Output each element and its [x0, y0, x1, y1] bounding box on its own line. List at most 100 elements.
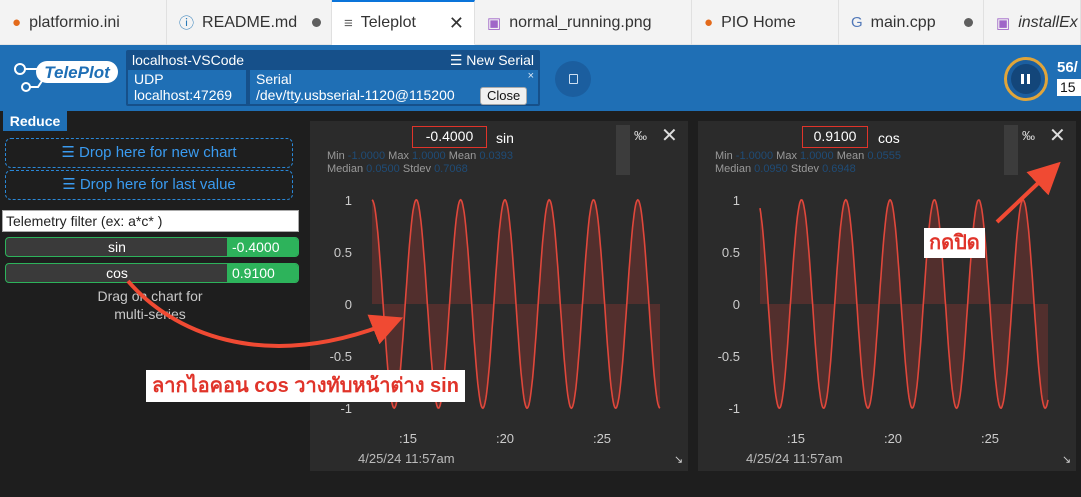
udp-input-box: UDP localhost:47269	[128, 70, 246, 104]
permil-toggle-button[interactable]: ‰	[634, 128, 647, 143]
stat-value: 1.0000	[412, 150, 446, 162]
image-icon: ▣	[487, 14, 502, 32]
stat-label: Mean	[836, 150, 865, 162]
stop-button[interactable]	[555, 61, 591, 97]
stat-value: 0.0950	[754, 163, 788, 175]
chart-stats: Min -1.0000 Max 1.0000 Mean 0.0555 Media…	[715, 150, 901, 176]
stat-label: Min	[327, 150, 345, 162]
teleplot-logo: TelePlot	[14, 61, 118, 92]
telemetry-name: cos	[106, 265, 128, 281]
connection-name: localhost-VSCode	[132, 52, 245, 68]
x-tick-label: :15	[787, 431, 805, 446]
pio-icon: ●	[12, 14, 22, 31]
tab-readme[interactable]: ⓘ README.md	[167, 0, 332, 45]
chart-scrollbar[interactable]	[616, 125, 630, 175]
stat-label: Max	[776, 150, 797, 162]
resize-handle-icon[interactable]: ↘	[1062, 453, 1071, 466]
y-tick-label: -1	[340, 401, 352, 416]
close-instruction-label: กดปิด	[924, 228, 985, 258]
chart-current-value: 0.9100	[802, 126, 868, 148]
stat-label: Median	[715, 163, 752, 175]
stat-label: Stdev	[790, 163, 819, 175]
stat-label: Mean	[448, 150, 477, 162]
pause-icon	[1011, 64, 1041, 94]
pause-button[interactable]	[1004, 57, 1048, 101]
drag-hint-line-1: Drag on chart for	[97, 288, 203, 304]
new-serial-button[interactable]: ☰ New Serial	[450, 52, 534, 69]
tab-main-cpp[interactable]: G main.cpp	[839, 0, 984, 45]
y-tick-label: 0.5	[722, 245, 740, 260]
udp-address: localhost:47269	[134, 87, 233, 103]
telemetry-item-sin[interactable]: sin -0.4000	[5, 237, 299, 257]
unsaved-dot-icon	[964, 18, 973, 27]
close-tab-icon[interactable]: ✕	[449, 13, 464, 34]
chart-scrollbar[interactable]	[1004, 125, 1018, 175]
stat-label: Max	[388, 150, 409, 162]
drag-hint-line-2: multi-series	[114, 306, 186, 322]
y-tick-label: -0.5	[330, 349, 352, 364]
remove-serial-icon[interactable]: ×	[528, 68, 534, 84]
permil-toggle-button[interactable]: ‰	[1022, 128, 1035, 143]
serial-title: Serial	[256, 71, 292, 87]
chart-date: 4/25/24 11:57am	[358, 451, 455, 466]
chart-current-value: -0.4000	[412, 126, 487, 148]
svg-text:TelePlot: TelePlot	[44, 63, 111, 82]
unsaved-dot-icon	[312, 18, 321, 27]
telemetry-filter-input[interactable]: Telemetry filter (ex: a*c* )	[2, 210, 299, 232]
teleplot-window: ● platformio.ini ⓘ README.md ≡ Teleplot …	[0, 0, 1081, 497]
chart-series-name: sin	[496, 130, 514, 146]
drag-hint: Drag on chart for multi-series	[40, 287, 260, 323]
tab-label: installEx	[1018, 13, 1078, 31]
chart-sin[interactable]: 1 0.5 0 -0.5 -1:15:20:25 -0.4000 sin ‰ ✕ Min…	[310, 121, 688, 471]
rate-input[interactable]: 15	[1057, 79, 1081, 96]
tab-label: platformio.ini	[29, 13, 120, 31]
drop-icon: ☰	[61, 144, 75, 161]
stat-value: -1.0000	[735, 150, 774, 162]
y-tick-label: 1	[345, 193, 352, 208]
tab-platformio-ini[interactable]: ● platformio.ini	[0, 0, 167, 45]
y-tick-label: 0	[345, 297, 352, 312]
y-tick-label: 1	[733, 193, 740, 208]
x-tick-label: :20	[884, 431, 902, 446]
chart-close-icon[interactable]: ✕	[1049, 123, 1066, 148]
y-tick-label: 0.5	[334, 245, 352, 260]
stat-value: 0.6948	[822, 163, 856, 175]
reduce-button[interactable]: Reduce	[3, 111, 67, 131]
file-lines-icon: ≡	[344, 14, 353, 32]
stat-label: Stdev	[402, 163, 431, 175]
telemetry-value: 0.9100	[227, 264, 298, 282]
x-tick-label: :20	[496, 431, 514, 446]
telemetry-item-cos[interactable]: cos 0.9100	[5, 263, 299, 283]
serial-icon: ☰	[449, 52, 463, 68]
tab-teleplot[interactable]: ≡ Teleplot ✕	[332, 0, 475, 45]
new-serial-label: New Serial	[466, 52, 534, 68]
stat-value: 0.0500	[366, 163, 400, 175]
udp-title: UDP	[134, 71, 164, 87]
x-tick-label: :15	[399, 431, 417, 446]
y-tick-label: -1	[728, 401, 740, 416]
serial-close-button[interactable]: Close	[480, 87, 528, 105]
tab-install-ex[interactable]: ▣ installEx	[984, 0, 1081, 45]
serial-input-box: Serial /dev/tty.usbserial-1120@115200 × …	[250, 68, 538, 105]
tab-normal-running-png[interactable]: ▣ normal_running.png	[475, 0, 692, 45]
tab-pio-home[interactable]: ● PIO Home	[692, 0, 839, 45]
telemetry-panel: Reduce ☰ Drop here for new chart ☰ Drop …	[0, 111, 305, 497]
chart-cos[interactable]: 1 0.5 0 -0.5 -1:15:20:25 0.9100 cos ‰ ✕ Min …	[698, 121, 1076, 471]
drop-icon: ☰	[62, 176, 76, 193]
y-tick-label: -0.5	[718, 349, 740, 364]
editor-tab-bar: ● platformio.ini ⓘ README.md ≡ Teleplot …	[0, 0, 1081, 45]
stat-value: 0.0555	[867, 150, 901, 162]
stat-value: 0.0393	[479, 150, 513, 162]
chart-series-name: cos	[878, 130, 900, 146]
connection-panel: localhost-VSCode ☰ New Serial UDP localh…	[126, 50, 540, 106]
tab-label: main.cpp	[870, 13, 936, 31]
pio-icon: ●	[704, 14, 714, 31]
tab-label: normal_running.png	[509, 13, 652, 31]
drop-last-value-label: Drop here for last value	[79, 176, 236, 193]
resize-handle-icon[interactable]: ↘	[674, 453, 683, 466]
drop-last-value-zone[interactable]: ☰ Drop here for last value	[5, 170, 293, 200]
stat-value: 0.7068	[434, 163, 468, 175]
drop-new-chart-zone[interactable]: ☰ Drop here for new chart	[5, 138, 293, 168]
chart-close-icon[interactable]: ✕	[661, 123, 678, 148]
x-tick-label: :25	[981, 431, 999, 446]
